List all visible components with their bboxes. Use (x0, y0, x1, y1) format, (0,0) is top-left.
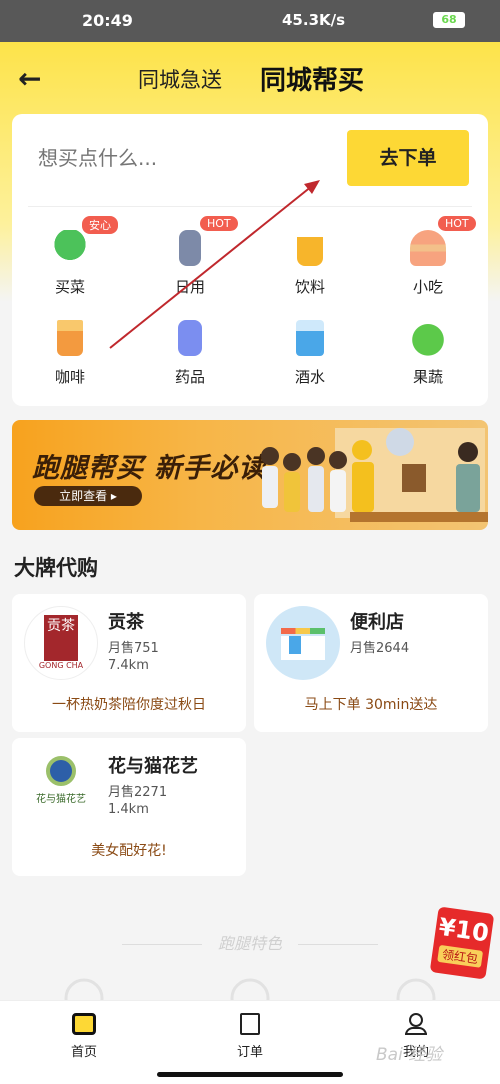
promo-banner[interactable]: 跑腿帮买 新手必读 立即查看 ▸ (12, 420, 488, 530)
nav-home[interactable]: 首页 (44, 1013, 124, 1060)
shop-slogan: 美女配好花! (91, 843, 167, 859)
shop-distance: 7.4km (108, 658, 149, 673)
red-packet-button[interactable]: ¥10 领红包 (429, 906, 495, 980)
flower-shop-logo: 花与猫花艺 (24, 750, 98, 824)
shop-distance: 1.4km (108, 802, 149, 817)
nav-orders-label: 订单 (236, 1045, 263, 1060)
brands-section-title: 大牌代购 (14, 556, 98, 580)
shop-name: 花与猫花艺 (108, 756, 198, 777)
red-packet-label: 领红包 (437, 944, 484, 968)
shop-name: 贡茶 (108, 612, 144, 633)
shop-slogan: 一杯热奶茶陪你度过秋日 (52, 697, 206, 713)
banner-title: 跑腿帮买 新手必读 (32, 453, 267, 484)
shop-card-gongcha[interactable]: 贡茶 GONG CHA 贡茶 月售751 7.4km 一杯热奶茶陪你度过秋日 (12, 594, 246, 732)
gongcha-logo: 贡茶 GONG CHA (24, 606, 98, 680)
nav-orders[interactable]: 订单 (210, 1013, 290, 1060)
watermark: Bai 经验 (376, 1045, 443, 1065)
shop-sales: 月售2271 (108, 785, 168, 800)
orders-icon (240, 1013, 260, 1035)
banner-view-button[interactable]: 立即查看 ▸ (34, 486, 142, 506)
feature-icons-peek (64, 978, 436, 1000)
gesture-bar (157, 1072, 343, 1077)
shop-card-convenience[interactable]: 便利店 月售2644 马上下单 30min送达 (254, 594, 488, 732)
shop-sales: 月售751 (108, 641, 159, 656)
profile-icon (409, 1013, 423, 1027)
red-packet-amount: ¥10 (437, 912, 491, 948)
banner-illustration (261, 428, 488, 522)
home-icon (72, 1013, 96, 1035)
store-icon (266, 606, 340, 680)
shop-slogan: 马上下单 30min送达 (304, 697, 438, 713)
annotation-arrow (109, 180, 320, 349)
shop-name: 便利店 (350, 612, 404, 633)
feature-section-title: 跑腿特色 (0, 930, 500, 954)
shop-card-flowers[interactable]: 花与猫花艺 花与猫花艺 月售2271 1.4km 美女配好花! (12, 738, 246, 876)
nav-home-label: 首页 (70, 1045, 97, 1060)
shop-sales: 月售2644 (350, 641, 410, 656)
